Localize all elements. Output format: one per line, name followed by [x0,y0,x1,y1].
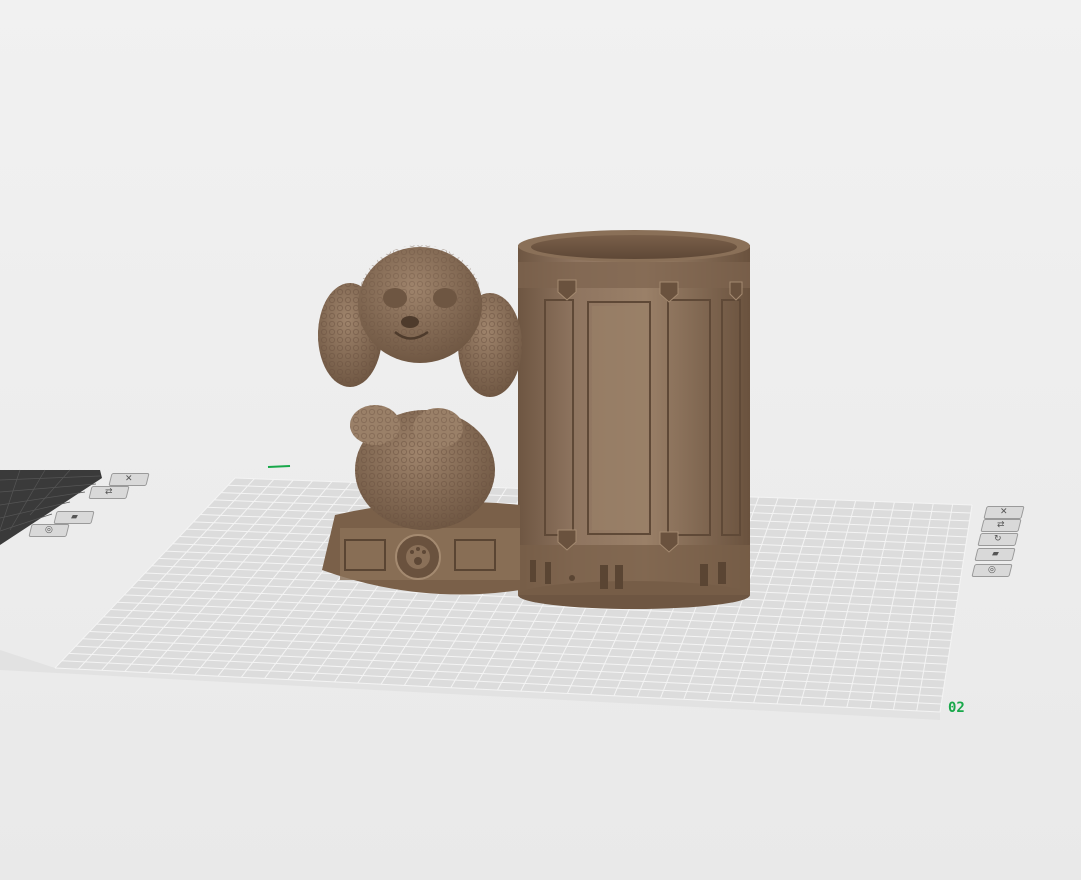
rotate-icon[interactable]: ↻ [977,533,1019,546]
lock-icon[interactable]: ▰ [53,511,95,524]
close-icon[interactable]: ✕ [108,473,150,486]
close-icon[interactable]: ✕ [983,506,1025,519]
cylinder-model[interactable] [518,230,750,609]
settings-icon[interactable]: ◎ [28,524,70,537]
dog-figurine-model[interactable] [318,245,522,595]
axis-marker [267,465,291,468]
lock-icon[interactable]: ▰ [974,548,1016,561]
3d-viewport[interactable]: 02 [0,0,1081,880]
plate-number-label: 02 [948,700,965,716]
settings-icon[interactable]: ◎ [971,564,1013,577]
arrange-icon[interactable]: ⇄ [980,519,1022,532]
arrange-icon[interactable]: ⇄ [88,486,130,499]
